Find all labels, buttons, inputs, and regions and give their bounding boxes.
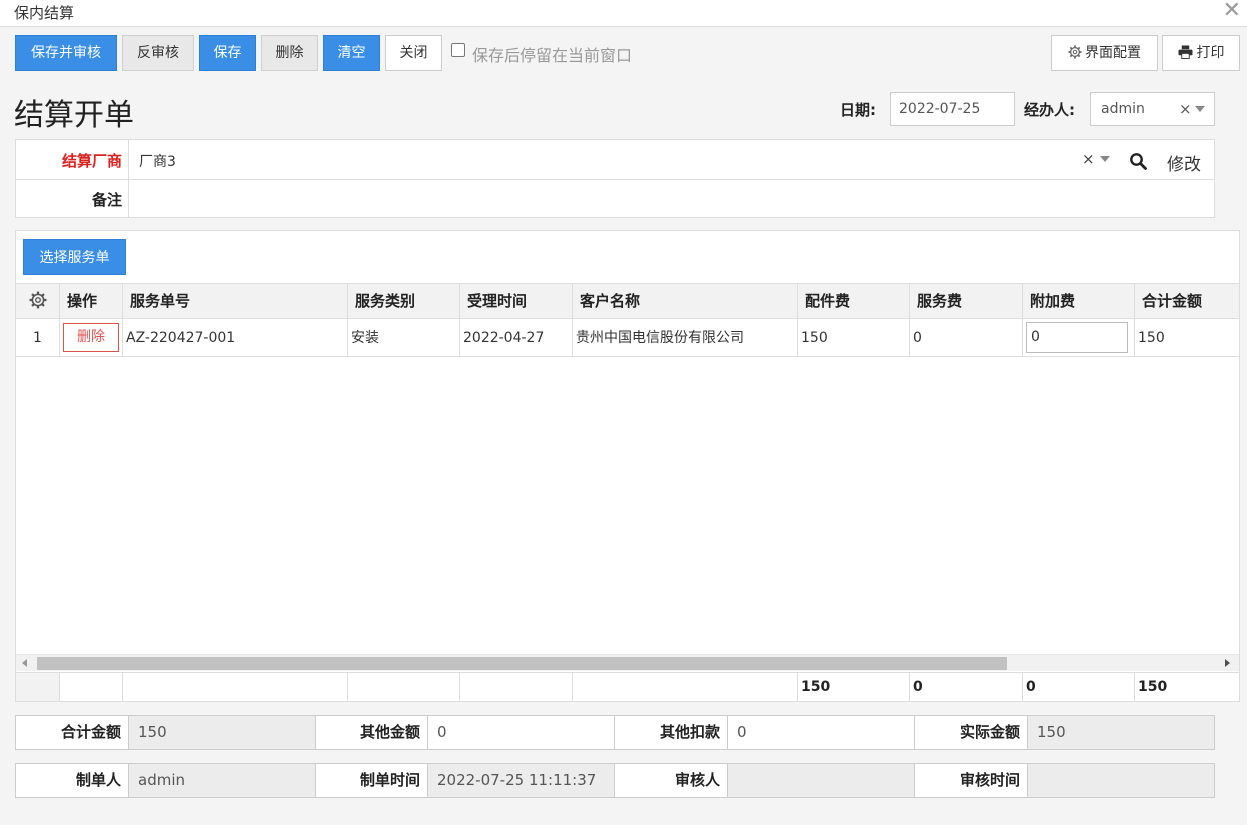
column-header-extra-fee[interactable]: 附加费 [1023,284,1135,318]
actual-amount-label: 实际金额 [915,716,1028,749]
creator-value: admin [129,764,316,797]
divider [16,179,1214,180]
scrollbar-thumb[interactable] [37,657,1007,670]
vendor-select[interactable]: 厂商3 [139,151,176,171]
scroll-right-icon[interactable] [1225,659,1230,667]
grid-header: 操作 服务单号 服务类别 受理时间 客户名称 配件费 服务费 附加费 合计金额 [16,283,1239,319]
date-input[interactable]: 2022-07-25 [890,92,1015,126]
print-label: 打印 [1196,45,1225,61]
remark-input[interactable] [139,190,1199,210]
close-icon[interactable]: ✕ [1223,0,1241,23]
modify-link[interactable]: 修改 [1167,150,1201,175]
stay-checkbox-label[interactable]: 保存后停留在当前窗口 [472,42,632,66]
auditor-value [728,764,915,797]
horizontal-scrollbar[interactable] [16,654,1239,671]
footer-cell [460,673,573,701]
divider [128,140,129,217]
column-header-service-fee[interactable]: 服务费 [910,284,1023,318]
audit-time-value [1028,764,1214,797]
cell-parts-fee: 150 [798,319,910,356]
creator-label: 制单人 [16,764,129,797]
print-button[interactable]: 打印 [1162,35,1240,71]
unapprove-button[interactable]: 反审核 [122,35,194,71]
extra-fee-input[interactable]: 0 [1026,322,1128,353]
select-service-order-button[interactable]: 选择服务单 [23,239,126,275]
settlement-form: 结算厂商 厂商3 × 修改 备注 [15,139,1215,218]
cell-total: 150 [1138,330,1165,346]
column-header-order-no[interactable]: 服务单号 [123,284,348,318]
clear-button[interactable]: 清空 [323,35,380,71]
delete-button[interactable]: 删除 [261,35,318,71]
footer-parts-fee: 150 [798,673,910,701]
save-approve-button[interactable]: 保存并审核 [15,35,117,71]
cell-extra-fee: 0 [1023,319,1135,356]
column-header-action: 操作 [60,284,123,318]
handler-label: 经办人: [1024,101,1075,119]
chevron-down-icon[interactable] [1100,156,1110,162]
service-order-grid: 选择服务单 操作 服务单号 服务类别 受理时间 客户名称 配件费 服务费 附加费… [15,230,1240,702]
delete-row-button[interactable]: 删除 [63,323,119,352]
handler-select[interactable]: admin × [1090,92,1215,126]
created-time-label: 制单时间 [316,764,428,797]
auditor-label: 审核人 [615,764,728,797]
total-amount-label: 合计金额 [16,716,129,749]
row-index: 1 [16,319,60,356]
window-titlebar: 保内结算 ✕ [0,0,1247,27]
column-header-accept-time[interactable]: 受理时间 [460,284,573,318]
footer-total: 150 [1138,679,1168,695]
cell-customer: 贵州中国电信股份有限公司 [573,319,798,356]
ui-config-button[interactable]: 界面配置 [1051,35,1158,71]
clear-icon[interactable]: × [1179,93,1192,125]
actual-amount-value: 150 [1028,716,1214,749]
page-title: 结算开单 [14,98,134,133]
audit-time-label: 审核时间 [915,764,1028,797]
amount-summary: 合计金额 150 其他金额 0 其他扣款 0 实际金额 150 [15,715,1215,750]
total-amount-value: 150 [129,716,316,749]
footer-cell [60,673,123,701]
gear-icon [29,291,47,309]
ui-config-label: 界面配置 [1085,45,1141,61]
row-action-cell: 删除 [60,319,123,356]
scroll-left-icon[interactable] [22,659,27,667]
window-title: 保内结算 [14,4,75,22]
cell-accept-time: 2022-04-27 [460,319,573,356]
clear-icon[interactable]: × [1082,150,1095,168]
column-header-customer[interactable]: 客户名称 [573,284,798,318]
grid-footer-totals: 150 0 0 150 [16,672,1239,701]
vendor-label: 结算厂商 [61,152,122,170]
remark-label: 备注 [91,191,122,209]
close-button[interactable]: 关闭 [385,35,442,71]
footer-cell [16,673,60,701]
created-time-value: 2022-07-25 11:11:37 [428,764,615,797]
gear-icon [1068,45,1082,59]
footer-cell [573,673,798,701]
footer-cell [123,673,348,701]
table-row: 1 删除 AZ-220427-001 安装 2022-04-27 贵州中国电信股… [16,319,1239,357]
handler-value: admin [1101,101,1145,117]
date-label: 日期: [840,101,876,119]
cell-service-fee: 0 [910,319,1023,356]
chevron-down-icon[interactable] [1195,106,1205,112]
printer-icon [1178,45,1192,59]
save-button[interactable]: 保存 [199,35,256,71]
footer-extra-fee: 0 [1023,673,1135,701]
other-amount-label: 其他金额 [316,716,428,749]
column-header-service-type[interactable]: 服务类别 [348,284,460,318]
other-deduction-input[interactable]: 0 [728,716,915,749]
grid-settings[interactable] [16,284,60,318]
other-amount-input[interactable]: 0 [428,716,615,749]
document-meta: 制单人 admin 制单时间 2022-07-25 11:11:37 审核人 审… [15,763,1215,798]
stay-checkbox[interactable] [451,43,465,57]
cell-service-type: 安装 [348,319,460,356]
column-header-parts-fee[interactable]: 配件费 [798,284,910,318]
cell-order-no: AZ-220427-001 [123,319,348,356]
footer-service-fee: 0 [910,673,1023,701]
footer-cell [348,673,460,701]
other-deduction-label: 其他扣款 [615,716,728,749]
search-icon[interactable] [1129,152,1147,170]
column-header-total[interactable]: 合计金额 [1135,284,1239,318]
